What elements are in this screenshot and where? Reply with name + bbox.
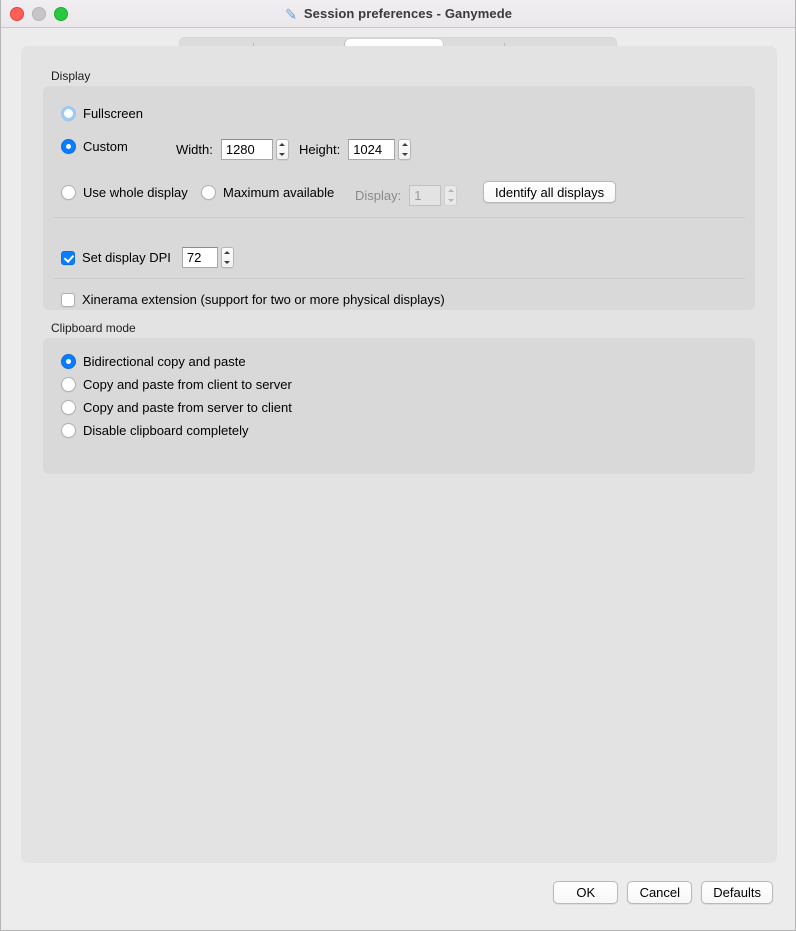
feather-pen-icon (284, 7, 298, 21)
window-controls (10, 6, 68, 21)
tab-content-panel: Display Fullscreen Custom Width: 1280 He… (21, 46, 777, 863)
identify-all-displays-button[interactable]: Identify all displays (483, 181, 617, 203)
display-index-stepper-down-icon[interactable] (447, 198, 454, 202)
custom-radio[interactable] (61, 139, 76, 154)
title-container: Session preferences - Ganymede (1, 6, 795, 21)
display-separator-top (53, 217, 745, 218)
display-index-row: Display: 1 (355, 185, 458, 206)
width-field-row: Width: 1280 (176, 139, 289, 160)
title-bar: Session preferences - Ganymede (1, 0, 795, 28)
clipboard-option-disable[interactable]: Disable clipboard completely (61, 423, 248, 438)
clipboard-client-to-server-label: Copy and paste from client to server (83, 377, 292, 392)
display-dpi-stepper-down-icon[interactable] (224, 260, 231, 264)
clipboard-bidirectional-label: Bidirectional copy and paste (83, 354, 246, 369)
width-stepper-down-icon[interactable] (279, 152, 286, 156)
display-index-stepper[interactable] (444, 185, 458, 206)
set-display-dpi-label: Set display DPI (82, 250, 171, 265)
cancel-button[interactable]: Cancel (627, 881, 693, 904)
width-stepper-up-icon[interactable] (279, 143, 286, 147)
fullscreen-label: Fullscreen (83, 106, 143, 121)
xinerama-checkbox[interactable] (61, 292, 75, 307)
use-whole-display-label: Use whole display (83, 185, 188, 200)
custom-radio-row[interactable]: Custom (61, 139, 128, 154)
zoom-button[interactable] (54, 6, 68, 21)
xinerama-row[interactable]: Xinerama extension (support for two or m… (61, 292, 445, 307)
identify-displays-row: Identify all displays (483, 181, 617, 203)
maximum-available-row[interactable]: Maximum available (201, 185, 334, 200)
height-stepper[interactable] (398, 139, 412, 160)
width-input[interactable]: 1280 (220, 139, 273, 160)
display-group-box: Display Fullscreen Custom Width: 1280 He… (43, 69, 755, 310)
display-dpi-stepper[interactable] (220, 247, 234, 268)
defaults-button[interactable]: Defaults (701, 881, 773, 904)
height-stepper-down-icon[interactable] (401, 152, 408, 156)
close-button[interactable] (10, 6, 24, 21)
height-stepper-up-icon[interactable] (401, 143, 408, 147)
maximum-available-radio[interactable] (201, 185, 216, 200)
display-index-label: Display: (355, 188, 402, 203)
use-whole-display-row[interactable]: Use whole display (61, 185, 188, 200)
clipboard-client-to-server-radio[interactable] (61, 377, 76, 392)
dialog-button-bar: OK Cancel Defaults (553, 881, 773, 904)
ok-button[interactable]: OK (553, 881, 619, 904)
clipboard-bidirectional-radio[interactable] (61, 354, 76, 369)
clipboard-disable-label: Disable clipboard completely (83, 423, 249, 438)
fullscreen-radio[interactable] (61, 106, 76, 121)
clipboard-disable-radio[interactable] (61, 423, 76, 438)
fullscreen-radio-row[interactable]: Fullscreen (61, 106, 143, 121)
display-dpi-stepper-up-icon[interactable] (224, 251, 231, 255)
clipboard-server-to-client-label: Copy and paste from server to client (83, 400, 292, 415)
height-field-row: Height: 1024 (299, 139, 412, 160)
custom-label: Custom (83, 139, 128, 154)
display-separator-bottom (53, 278, 745, 279)
window-title: Session preferences - Ganymede (303, 6, 513, 21)
display-index-input[interactable]: 1 (409, 185, 442, 206)
clipboard-option-bidirectional[interactable]: Bidirectional copy and paste (61, 354, 246, 369)
width-stepper[interactable] (275, 139, 289, 160)
display-dpi-input[interactable]: 72 (181, 247, 218, 268)
set-display-dpi-row[interactable]: Set display DPI 72 (61, 247, 234, 268)
clipboard-group-title: Clipboard mode (51, 321, 136, 335)
session-preferences-window: Session preferences - Ganymede Session C… (0, 0, 796, 931)
use-whole-display-radio[interactable] (61, 185, 76, 200)
height-input[interactable]: 1024 (348, 139, 396, 160)
clipboard-group-box: Clipboard mode Bidirectional copy and pa… (43, 321, 755, 474)
clipboard-option-server-to-client[interactable]: Copy and paste from server to client (61, 400, 292, 415)
xinerama-label: Xinerama extension (support for two or m… (82, 292, 445, 307)
height-label: Height: (299, 142, 341, 157)
set-display-dpi-checkbox[interactable] (61, 250, 75, 265)
clipboard-server-to-client-radio[interactable] (61, 400, 76, 415)
maximum-available-label: Maximum available (223, 185, 335, 200)
width-label: Width: (176, 142, 213, 157)
display-group-title: Display (51, 69, 91, 83)
display-index-stepper-up-icon[interactable] (447, 189, 454, 193)
minimize-button[interactable] (32, 6, 46, 21)
clipboard-option-client-to-server[interactable]: Copy and paste from client to server (61, 377, 292, 392)
